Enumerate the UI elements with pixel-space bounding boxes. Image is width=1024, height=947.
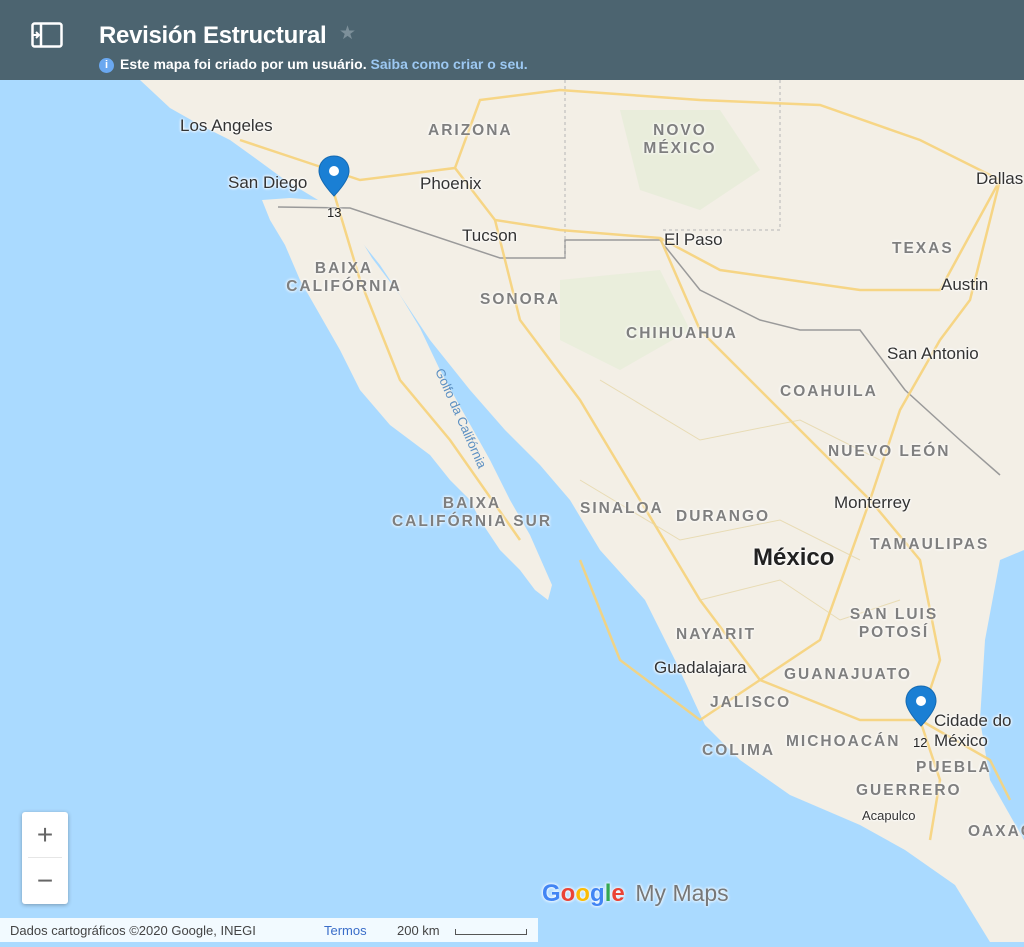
state-label: DURANGO (676, 508, 771, 525)
map-data-credit: Dados cartográficos ©2020 Google, INEGI (10, 923, 256, 938)
state-label: CHIHUAHUA (626, 325, 738, 342)
marker-count: 12 (913, 735, 928, 750)
state-label: BAIXA CALIFÓRNIA SUR (391, 495, 553, 530)
state-label: MICHOACÁN (786, 733, 901, 750)
city-label[interactable]: Guadalajara (654, 658, 747, 678)
city-label[interactable]: San Diego (228, 173, 307, 193)
state-label: GUERRERO (856, 782, 962, 799)
zoom-in-button[interactable]: + (22, 812, 68, 857)
scale-bar (455, 929, 527, 935)
city-label[interactable]: Dallas (976, 169, 1023, 189)
city-label[interactable]: El Paso (664, 230, 723, 250)
city-label[interactable]: Los Angeles (180, 116, 273, 136)
state-label: SAN LUIS POTOSÍ (849, 606, 939, 641)
city-label[interactable]: Acapulco (862, 808, 915, 823)
city-label[interactable]: San Antonio (887, 344, 979, 364)
city-label[interactable]: Phoenix (420, 174, 481, 194)
map-canvas[interactable]: Los Angeles San Diego Phoenix Tucson El … (0, 80, 1024, 942)
map-title: Revisión Estructural (99, 22, 327, 49)
city-label[interactable]: Cidade do México (934, 711, 1020, 751)
city-label[interactable]: Tucson (462, 226, 517, 246)
state-label: COAHUILA (780, 383, 878, 400)
state-label: NAYARIT (676, 626, 757, 643)
my-maps-wordmark: My Maps (635, 880, 729, 906)
state-label: SINALOA (580, 500, 664, 517)
google-wordmark: Google (542, 880, 625, 907)
create-map-link[interactable]: Saiba como criar o seu. (371, 56, 528, 72)
star-icon[interactable]: ★ (339, 22, 356, 45)
state-label: GUANAJUATO (784, 666, 912, 683)
map-marker-icon[interactable] (317, 154, 351, 198)
city-label[interactable]: Austin (941, 275, 988, 295)
zoom-out-button[interactable]: − (22, 858, 68, 903)
info-line: i Este mapa foi criado por um usuário. Sa… (99, 56, 528, 73)
state-label: ARIZONA (428, 122, 513, 139)
state-label: NUEVO LEÓN (828, 443, 951, 460)
state-label: PUEBLA (916, 759, 992, 776)
state-label: OAXACA (968, 823, 1024, 840)
info-text: Este mapa foi criado por um usuário. (120, 56, 367, 72)
google-my-maps-logo: Google My Maps (542, 880, 729, 908)
state-label: NOVO MÉXICO (643, 122, 717, 157)
map-marker-icon[interactable] (904, 684, 938, 728)
city-label[interactable]: Monterrey (834, 493, 911, 513)
zoom-controls: + − (22, 812, 68, 904)
state-label: COLIMA (702, 742, 776, 759)
state-label: TEXAS (892, 240, 954, 257)
state-label: SONORA (480, 291, 561, 308)
state-label: BAIXA CALIFÓRNIA (286, 260, 402, 295)
map-footer: Dados cartográficos ©2020 Google, INEGI … (0, 918, 538, 942)
side-panel-toggle-icon[interactable] (31, 22, 63, 48)
info-icon: i (99, 58, 114, 73)
terms-link[interactable]: Termos (324, 923, 367, 938)
state-label: JALISCO (710, 694, 792, 711)
scale-label: 200 km (397, 923, 440, 938)
marker-count: 13 (327, 205, 342, 220)
map-header: Revisión Estructural ★ i Este mapa foi cr… (0, 0, 1024, 80)
country-label: México (753, 544, 835, 571)
state-label: TAMAULIPAS (870, 536, 990, 553)
